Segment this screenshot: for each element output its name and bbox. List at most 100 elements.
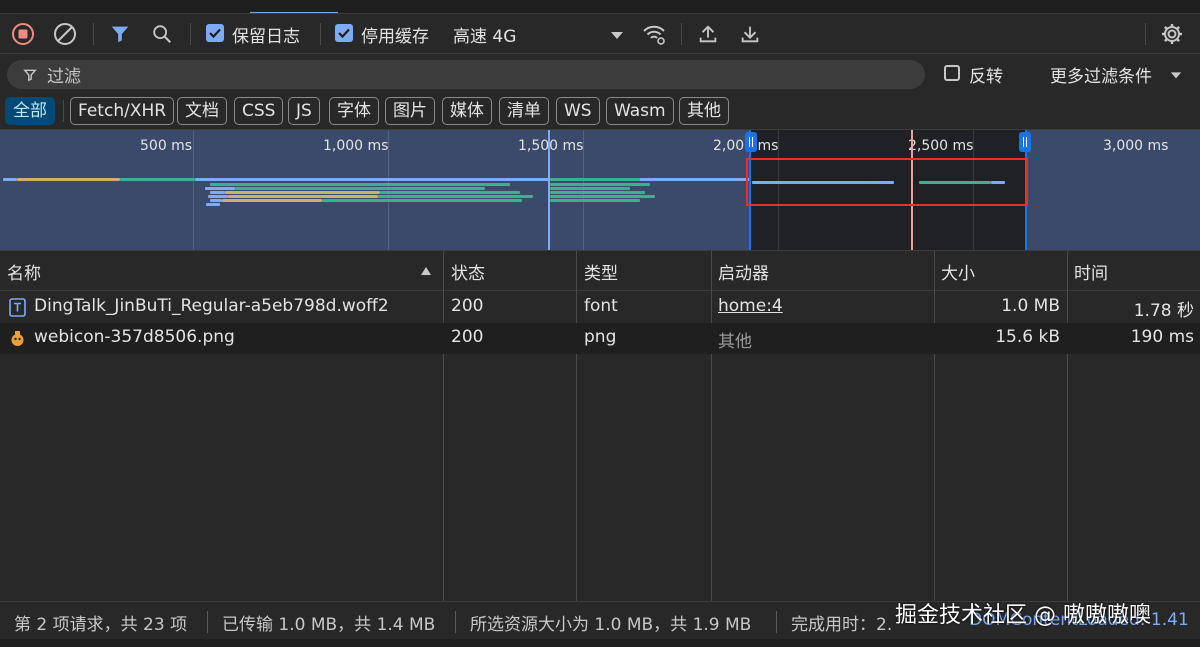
filter-bar: 过滤 反转 更多过滤条件	[0, 54, 1200, 94]
column-header-size[interactable]: 大小	[941, 259, 975, 284]
overview-tick-label: 2,500 ms	[908, 138, 974, 154]
preserve-log-label[interactable]: 保留日志	[232, 22, 300, 47]
selection-left-handle[interactable]	[745, 132, 757, 152]
request-bar	[380, 191, 520, 194]
sort-ascending-icon[interactable]	[420, 266, 432, 276]
request-bar	[205, 187, 235, 190]
throttling-select[interactable]: 高速 4G	[453, 22, 516, 47]
column-header-initiator[interactable]: 启动器	[718, 259, 769, 284]
invert-checkbox[interactable]	[944, 65, 960, 81]
type-filter-js[interactable]: JS	[288, 97, 320, 125]
request-bar	[228, 195, 378, 198]
request-bar	[550, 199, 640, 202]
stop-recording-button[interactable]	[10, 21, 36, 47]
dropdown-arrow-icon[interactable]	[1170, 70, 1182, 80]
toolbar-separator	[190, 23, 191, 45]
column-header-name[interactable]: 名称	[7, 259, 41, 284]
type-filter-fetch-xhr[interactable]: Fetch/XHR	[70, 97, 175, 125]
selection-right-handle[interactable]	[1019, 132, 1031, 152]
request-bar	[208, 195, 228, 198]
overview-tick-label: 500 ms	[140, 138, 193, 154]
status-separator	[776, 611, 777, 633]
watermark: 掘金技术社区 @ 嗷嗷嗷噢	[895, 603, 1151, 628]
request-bar	[210, 183, 510, 186]
request-bar	[550, 195, 655, 198]
request-type: png	[584, 327, 617, 347]
request-bar	[3, 178, 17, 181]
disable-cache-checkbox[interactable]	[335, 24, 353, 42]
request-bar	[120, 178, 195, 181]
filter-icon	[23, 69, 37, 81]
network-conditions-button[interactable]	[641, 21, 667, 47]
request-bar	[210, 191, 225, 194]
request-bar	[322, 199, 522, 202]
network-settings-button[interactable]	[1159, 21, 1185, 47]
gear-icon	[1162, 24, 1182, 44]
type-filter-font[interactable]: 字体	[329, 97, 379, 125]
type-filter-ws[interactable]: WS	[556, 97, 600, 125]
type-filter-media[interactable]: 媒体	[442, 97, 492, 125]
column-header-type[interactable]: 类型	[584, 259, 618, 284]
disable-cache-label[interactable]: 停用缓存	[361, 22, 429, 47]
search-icon	[153, 25, 171, 43]
request-bar	[222, 199, 322, 202]
type-filter-all[interactable]: 全部	[5, 97, 55, 125]
export-har-button[interactable]	[737, 21, 763, 47]
column-header-status[interactable]: 状态	[451, 259, 485, 284]
type-filter-manifest[interactable]: 清单	[499, 97, 549, 125]
tab-network-active[interactable]	[250, 0, 338, 13]
bottom-border	[0, 639, 1200, 647]
request-name: DingTalk_JinBuTi_Regular-a5eb798d.woff2	[34, 296, 389, 316]
request-status: 200	[451, 296, 484, 316]
upload-icon	[699, 25, 717, 43]
request-name: webicon-357d8506.png	[34, 327, 235, 347]
request-bar	[550, 191, 645, 194]
status-resources: 所选资源大小为 1.0 MB，共 1.9 MB	[470, 615, 752, 635]
dropdown-arrow-icon[interactable]	[610, 30, 624, 40]
devtools-tabstrip	[0, 0, 1200, 14]
filter-input[interactable]: 过滤	[7, 60, 925, 89]
record-stop-icon	[12, 23, 34, 45]
request-initiator-link[interactable]: home:4	[718, 296, 783, 316]
check-icon	[338, 28, 350, 39]
import-har-button[interactable]	[695, 21, 721, 47]
status-transferred: 已传输 1.0 MB，共 1.4 MB	[222, 615, 436, 635]
table-row[interactable]: webicon-357d8506.png 200 png 其他 15.6 kB …	[0, 323, 1200, 354]
download-icon	[741, 26, 759, 43]
font-file-icon	[9, 298, 26, 317]
preserve-log-checkbox[interactable]	[206, 24, 224, 42]
type-filter-doc[interactable]: 文档	[177, 97, 227, 125]
dom-content-loaded-marker	[548, 130, 550, 250]
toolbar-separator	[681, 23, 682, 45]
column-header-time[interactable]: 时间	[1074, 259, 1108, 284]
type-filter-wasm[interactable]: Wasm	[606, 97, 674, 125]
request-bar	[550, 187, 630, 190]
status-request-count: 第 2 项请求，共 23 项	[14, 615, 188, 635]
request-status: 200	[451, 327, 484, 347]
network-toolbar: 保留日志 停用缓存 高速 4G	[0, 14, 1200, 54]
type-filter-other[interactable]: 其他	[679, 97, 729, 125]
image-file-icon	[11, 331, 24, 346]
request-size: 15.6 kB	[995, 327, 1060, 347]
clear-icon	[54, 23, 76, 45]
request-initiator: 其他	[718, 332, 752, 352]
clear-button[interactable]	[52, 21, 78, 47]
request-bar	[235, 187, 485, 190]
filter-toggle-button[interactable]	[107, 21, 133, 47]
request-type: font	[584, 296, 618, 316]
more-filters-dropdown[interactable]: 更多过滤条件	[1050, 62, 1152, 87]
overview-tick-label: 3,000 ms	[1103, 138, 1169, 154]
network-overview-timeline[interactable]: 500 ms 1,000 ms 1,500 ms 2,000 ms 2,500 …	[0, 130, 1200, 251]
table-row[interactable]: DingTalk_JinBuTi_Regular-a5eb798d.woff2 …	[0, 292, 1200, 323]
request-size: 1.0 MB	[1001, 296, 1060, 316]
invert-label[interactable]: 反转	[969, 62, 1003, 87]
status-finish-time: 完成用时：2.	[791, 615, 893, 635]
status-separator	[455, 611, 456, 633]
type-filter-css[interactable]: CSS	[234, 97, 284, 125]
overview-tick-label: 1,500 ms	[518, 138, 584, 154]
type-filter-img[interactable]: 图片	[385, 97, 435, 125]
search-button[interactable]	[149, 21, 175, 47]
request-bar	[378, 195, 533, 198]
request-bar	[17, 178, 120, 181]
overview-gridline	[193, 130, 194, 250]
